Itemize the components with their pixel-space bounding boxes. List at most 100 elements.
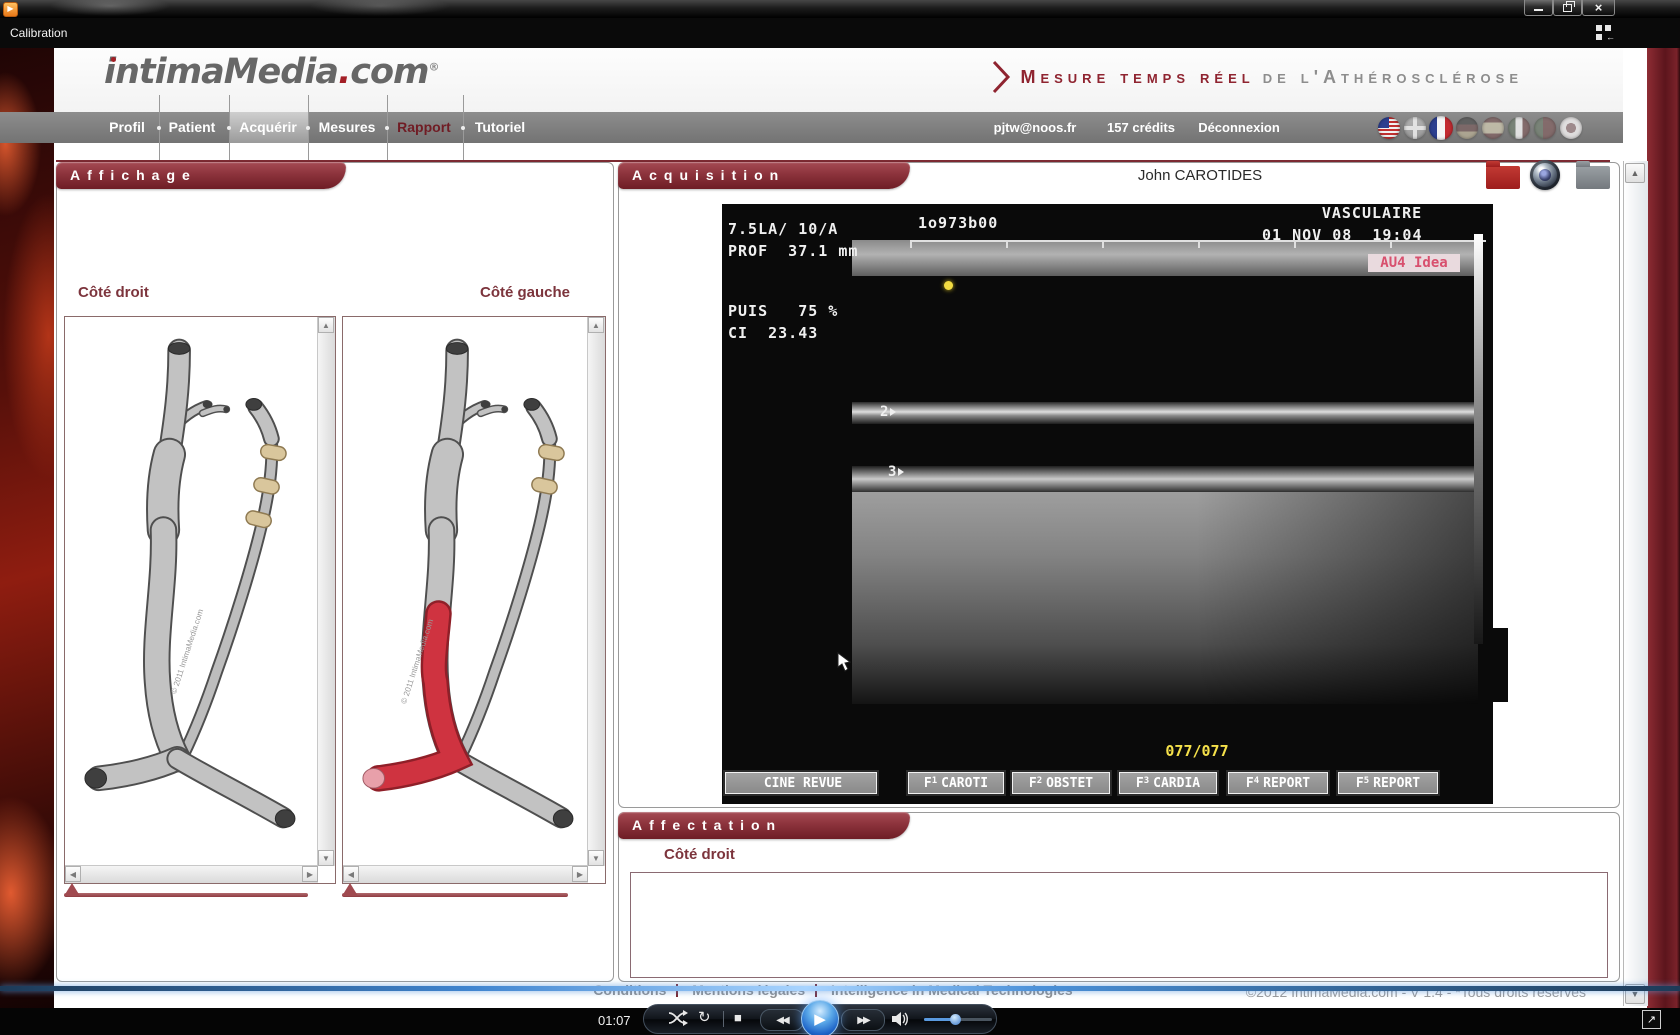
nav-item-profil[interactable]: Profil — [109, 112, 145, 143]
camera-lens-icon[interactable] — [1530, 160, 1560, 190]
repeat-icon[interactable]: ↻ — [698, 1008, 711, 1026]
play-button[interactable]: ▶ — [801, 1000, 839, 1035]
nav-item-acquerir[interactable]: Acquérir — [239, 112, 297, 143]
scroll-right-icon[interactable]: ▶ — [302, 866, 318, 882]
fullscreen-icon[interactable]: ↗ — [1642, 1010, 1661, 1029]
volume-fill — [924, 1018, 953, 1021]
overlay-tag: AU4 Idea — [1368, 254, 1460, 272]
echo-deep-tissue — [852, 492, 1478, 704]
tagline: Mesure temps réel de l'Athérosclérose — [992, 60, 1523, 94]
application-window: ▶ × Calibration ← intimaMedia.com® Mesur… — [0, 0, 1680, 1035]
carotid-artery-diagram-highlighted — [347, 319, 583, 849]
brand-logo: intimaMedia.com® — [104, 52, 439, 92]
f4-report-button[interactable]: F4REPORT — [1228, 772, 1328, 794]
depth-readout: PROF 37.1 mm — [728, 242, 858, 260]
carotid-diagram-left-side[interactable]: © 2011 IntimaMedia.com ▲ ▼ ◀ ▶ — [342, 316, 606, 884]
cine-revue-button[interactable]: CINE REVUE — [725, 772, 877, 794]
stop-button[interactable]: ■ — [734, 1010, 742, 1025]
scroll-left-icon[interactable]: ◀ — [343, 866, 359, 882]
nav-separator-dot — [306, 126, 310, 130]
zoom-slider-handle[interactable] — [342, 883, 358, 896]
scroll-right-icon[interactable]: ▶ — [572, 866, 588, 882]
nav-item-mesures[interactable]: Mesures — [319, 112, 376, 143]
tagline-accent: Mesure temps réel — [1020, 67, 1254, 88]
minimize-icon — [1534, 9, 1543, 11]
marker-triangle-icon — [890, 408, 896, 416]
f1-caroti-button[interactable]: F1CAROTI — [908, 772, 1004, 794]
marker-triangle-icon — [898, 468, 904, 476]
cote-gauche-label: Côté gauche — [480, 284, 570, 301]
zoom-slider-right-side[interactable] — [64, 893, 308, 897]
acquisition-panel-header: Acquisition — [618, 162, 910, 189]
flag-de-icon[interactable] — [1456, 117, 1478, 139]
nav-item-rapport[interactable]: Rapport — [397, 112, 451, 143]
logo-registered-mark: ® — [429, 60, 439, 73]
affectation-notes-field[interactable] — [630, 872, 1608, 978]
grayscale-wedge — [1474, 234, 1483, 644]
logout-link[interactable]: Déconnexion — [1198, 112, 1280, 143]
flag-jp-icon[interactable] — [1560, 117, 1582, 139]
yellow-marker-dot — [944, 281, 953, 290]
logo-dot: . — [338, 52, 350, 92]
diagram-vertical-scrollbar[interactable]: ▲ ▼ — [587, 317, 605, 866]
flag-uk-icon[interactable] — [1404, 117, 1426, 139]
diagram-vertical-scrollbar[interactable]: ▲ ▼ — [317, 317, 335, 866]
logo-name: intimaMedia — [104, 52, 338, 92]
title-bar — [0, 0, 1680, 18]
page-scroll-up-icon[interactable]: ▲ — [1625, 163, 1645, 183]
diagram-horizontal-scrollbar[interactable]: ◀ ▶ — [65, 865, 318, 883]
restore-button[interactable] — [1553, 0, 1582, 16]
video-seek-bar[interactable] — [0, 986, 1680, 991]
zoom-slider-handle[interactable] — [64, 883, 80, 896]
tagline-muted: de l'Athérosclérose — [1263, 67, 1523, 88]
page-scrollbar[interactable] — [1623, 161, 1648, 1006]
chevron-icon — [992, 60, 1012, 94]
exam-mode: VASCULAIRE — [1262, 204, 1482, 222]
zoom-slider-left-side[interactable] — [342, 893, 568, 897]
nav-separator-dot — [227, 126, 231, 130]
scroll-down-icon[interactable]: ▼ — [588, 850, 604, 866]
ci-readout: CI 23.43 — [728, 324, 818, 342]
scroll-up-icon[interactable]: ▲ — [588, 317, 604, 333]
flag-it-icon[interactable] — [1508, 117, 1530, 139]
scroll-up-icon[interactable]: ▲ — [318, 317, 334, 333]
restore-icon — [1563, 4, 1572, 12]
f5-report-button[interactable]: F5REPORT — [1338, 772, 1438, 794]
affectation-panel-header: Affectation — [618, 812, 910, 839]
rewind-button[interactable]: ◀◀ — [760, 1009, 804, 1031]
flag-pt-icon[interactable] — [1534, 117, 1556, 139]
app-play-icon[interactable]: ▶ — [3, 2, 18, 17]
nav-separator-dot — [385, 126, 389, 130]
gray-folder-icon[interactable] — [1576, 166, 1610, 189]
menu-item-calibration[interactable]: Calibration — [10, 18, 67, 48]
scroll-left-icon[interactable]: ◀ — [65, 866, 81, 882]
volume-icon[interactable] — [892, 1011, 910, 1027]
flag-fr-icon[interactable] — [1429, 116, 1453, 140]
minimize-button[interactable] — [1524, 0, 1553, 16]
logo-tld: com — [350, 52, 428, 92]
elapsed-time: 01:07 — [598, 1013, 631, 1028]
affichage-panel-header: Affichage — [56, 162, 346, 189]
close-icon: × — [1595, 1, 1603, 14]
shuffle-icon[interactable] — [668, 1010, 688, 1026]
probe-setting: 7.5LA/ 10/A — [728, 220, 838, 238]
nav-item-patient[interactable]: Patient — [169, 112, 216, 143]
fast-forward-button[interactable]: ▶▶ — [841, 1009, 885, 1031]
menu-bar — [0, 18, 1680, 48]
flag-us-icon[interactable] — [1378, 117, 1400, 139]
nav-item-tutoriel[interactable]: Tutoriel — [475, 112, 525, 143]
diagram-horizontal-scrollbar[interactable]: ◀ ▶ — [343, 865, 588, 883]
volume-thumb[interactable] — [950, 1014, 961, 1025]
flag-es-icon[interactable] — [1482, 117, 1504, 139]
f3-cardia-button[interactable]: F3CARDIA — [1119, 772, 1217, 794]
switch-view-icon[interactable]: ← — [1596, 25, 1620, 42]
affectation-side-label: Côté droit — [664, 846, 735, 863]
red-folder-icon[interactable] — [1486, 166, 1520, 189]
f2-obstet-button[interactable]: F2OBSTET — [1012, 772, 1110, 794]
close-button[interactable]: × — [1582, 0, 1615, 16]
exam-id: 1o973b00 — [918, 214, 998, 232]
scroll-down-icon[interactable]: ▼ — [318, 850, 334, 866]
volume-slider[interactable] — [924, 1018, 992, 1021]
echo-far-wall-intima — [852, 402, 1478, 424]
carotid-diagram-right-side[interactable]: © 2011 IntimaMedia.com ▲ ▼ ◀ ▶ — [64, 316, 336, 884]
